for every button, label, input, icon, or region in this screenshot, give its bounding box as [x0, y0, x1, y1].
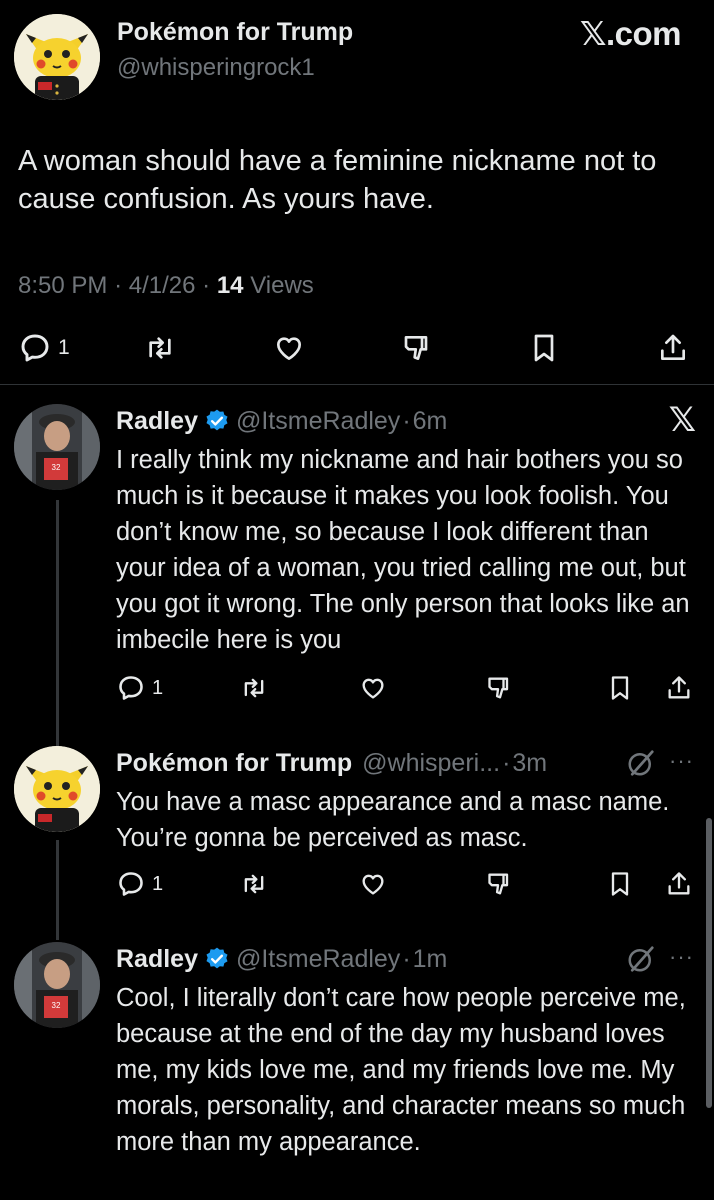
reply-count: 1: [152, 872, 164, 895]
thumbs-down-icon: [404, 336, 428, 360]
reply: Pokémon for Trump @whisperi... · 3m ··· …: [0, 746, 714, 926]
like-button[interactable]: [358, 674, 388, 702]
reply-header: Radley @ItsmeRadley · 1m: [116, 942, 447, 976]
reply: 32 Radley @ItsmeRadley · 6m 𝕏 I really t…: [0, 401, 714, 724]
reply-button[interactable]: 1: [116, 870, 163, 898]
bookmark-button[interactable]: [606, 870, 634, 898]
retweet-icon: [244, 874, 264, 894]
views-label: Views: [250, 272, 314, 299]
bookmark-button[interactable]: [528, 332, 560, 364]
share-icon: [661, 334, 685, 360]
meta-separator: ·: [402, 406, 411, 435]
share-icon: [668, 676, 690, 699]
retweet-icon: [149, 337, 171, 359]
grok-icon[interactable]: [626, 944, 656, 974]
share-button[interactable]: [656, 332, 690, 364]
reply-actions: 1: [0, 866, 714, 906]
heart-icon: [277, 337, 301, 360]
dislike-button[interactable]: [484, 870, 516, 898]
divider: [0, 384, 714, 385]
meta-separator: ·: [402, 944, 411, 973]
reply-header: Radley @ItsmeRadley · 6m: [116, 404, 447, 438]
reply-icon: [21, 334, 49, 362]
tweet-actions: 1: [0, 326, 714, 372]
more-icon[interactable]: ···: [669, 748, 694, 774]
share-button[interactable]: [664, 674, 694, 702]
verified-badge-icon[interactable]: [204, 408, 230, 434]
scrollbar[interactable]: [706, 818, 712, 1108]
reply-time: 6m: [412, 406, 448, 435]
x-logo-icon: 𝕏: [668, 401, 696, 439]
x-brand-logo: 𝕏.com: [579, 15, 682, 52]
reply-count: 1: [58, 336, 70, 359]
author-handle[interactable]: @ItsmeRadley: [236, 407, 400, 436]
reply-count: 1: [152, 676, 164, 699]
thumbs-down-icon: [488, 873, 509, 895]
grok-icon[interactable]: [626, 748, 656, 778]
reply-text: I really think my nickname and hair both…: [116, 446, 690, 654]
like-button[interactable]: [358, 870, 388, 898]
main-tweet: Pokémon for Trump @whisperingrock1 𝕏.com…: [0, 0, 714, 384]
bookmark-icon: [534, 334, 554, 362]
reply-time: 1m: [412, 944, 448, 973]
heart-icon: [362, 678, 384, 699]
reply-time: 3m: [512, 748, 548, 777]
tweet-meta: 8:50 PM · 4/1/26 · 14 Views: [18, 272, 314, 300]
bookmark-icon: [611, 676, 629, 700]
author-name[interactable]: Radley: [116, 407, 198, 436]
tweet-time: 8:50 PM: [18, 272, 108, 299]
like-button[interactable]: [272, 332, 306, 364]
svg-text:32: 32: [52, 1001, 61, 1010]
reply-button[interactable]: 1: [116, 674, 163, 702]
author-handle[interactable]: @whisperi...: [362, 749, 500, 778]
retweet-button[interactable]: [238, 870, 270, 898]
reply: 32 Radley @ItsmeRadley · 1m ··· Cool, I …: [0, 942, 714, 1200]
bookmark-button[interactable]: [606, 674, 634, 702]
thumbs-down-icon: [488, 677, 509, 699]
svg-text:32: 32: [52, 463, 61, 472]
meta-separator: ·: [502, 748, 511, 777]
retweet-icon: [244, 678, 264, 698]
reply-header: Pokémon for Trump @whisperi... · 3m: [116, 746, 547, 780]
reply-text: Cool, I literally don’t care how people …: [116, 984, 686, 1156]
reply-text: You have a masc appearance and a masc na…: [116, 788, 670, 852]
share-button[interactable]: [664, 870, 694, 898]
pikachu-avatar-icon[interactable]: [14, 746, 100, 832]
reply-icon: [119, 676, 143, 700]
more-icon[interactable]: ···: [669, 944, 694, 970]
reply-icon: [119, 872, 143, 896]
reply-button[interactable]: 1: [18, 332, 70, 364]
tweet-text: A woman should have a feminine nickname …: [18, 145, 657, 215]
pikachu-avatar-icon[interactable]: [14, 14, 100, 100]
meta-separator: ·: [202, 272, 211, 299]
retweet-button[interactable]: [142, 332, 178, 364]
avatar[interactable]: 32: [14, 404, 100, 490]
reply-actions: 1: [0, 670, 714, 710]
author-name[interactable]: Pokémon for Trump: [116, 749, 352, 778]
share-icon: [668, 872, 690, 895]
dislike-button[interactable]: [484, 674, 516, 702]
author-name[interactable]: Pokémon for Trump: [117, 18, 353, 47]
retweet-button[interactable]: [238, 674, 270, 702]
avatar[interactable]: 32: [14, 942, 100, 1028]
views-count: 14: [216, 272, 244, 299]
author-handle[interactable]: @whisperingrock1: [117, 54, 315, 82]
author-name[interactable]: Radley: [116, 945, 198, 974]
dislike-button[interactable]: [400, 332, 436, 364]
author-handle[interactable]: @ItsmeRadley: [236, 945, 400, 974]
tweet-date: 4/1/26: [128, 272, 196, 299]
verified-badge-icon[interactable]: [204, 946, 230, 972]
heart-icon: [362, 874, 384, 895]
meta-separator: ·: [114, 272, 123, 299]
bookmark-icon: [611, 872, 629, 896]
